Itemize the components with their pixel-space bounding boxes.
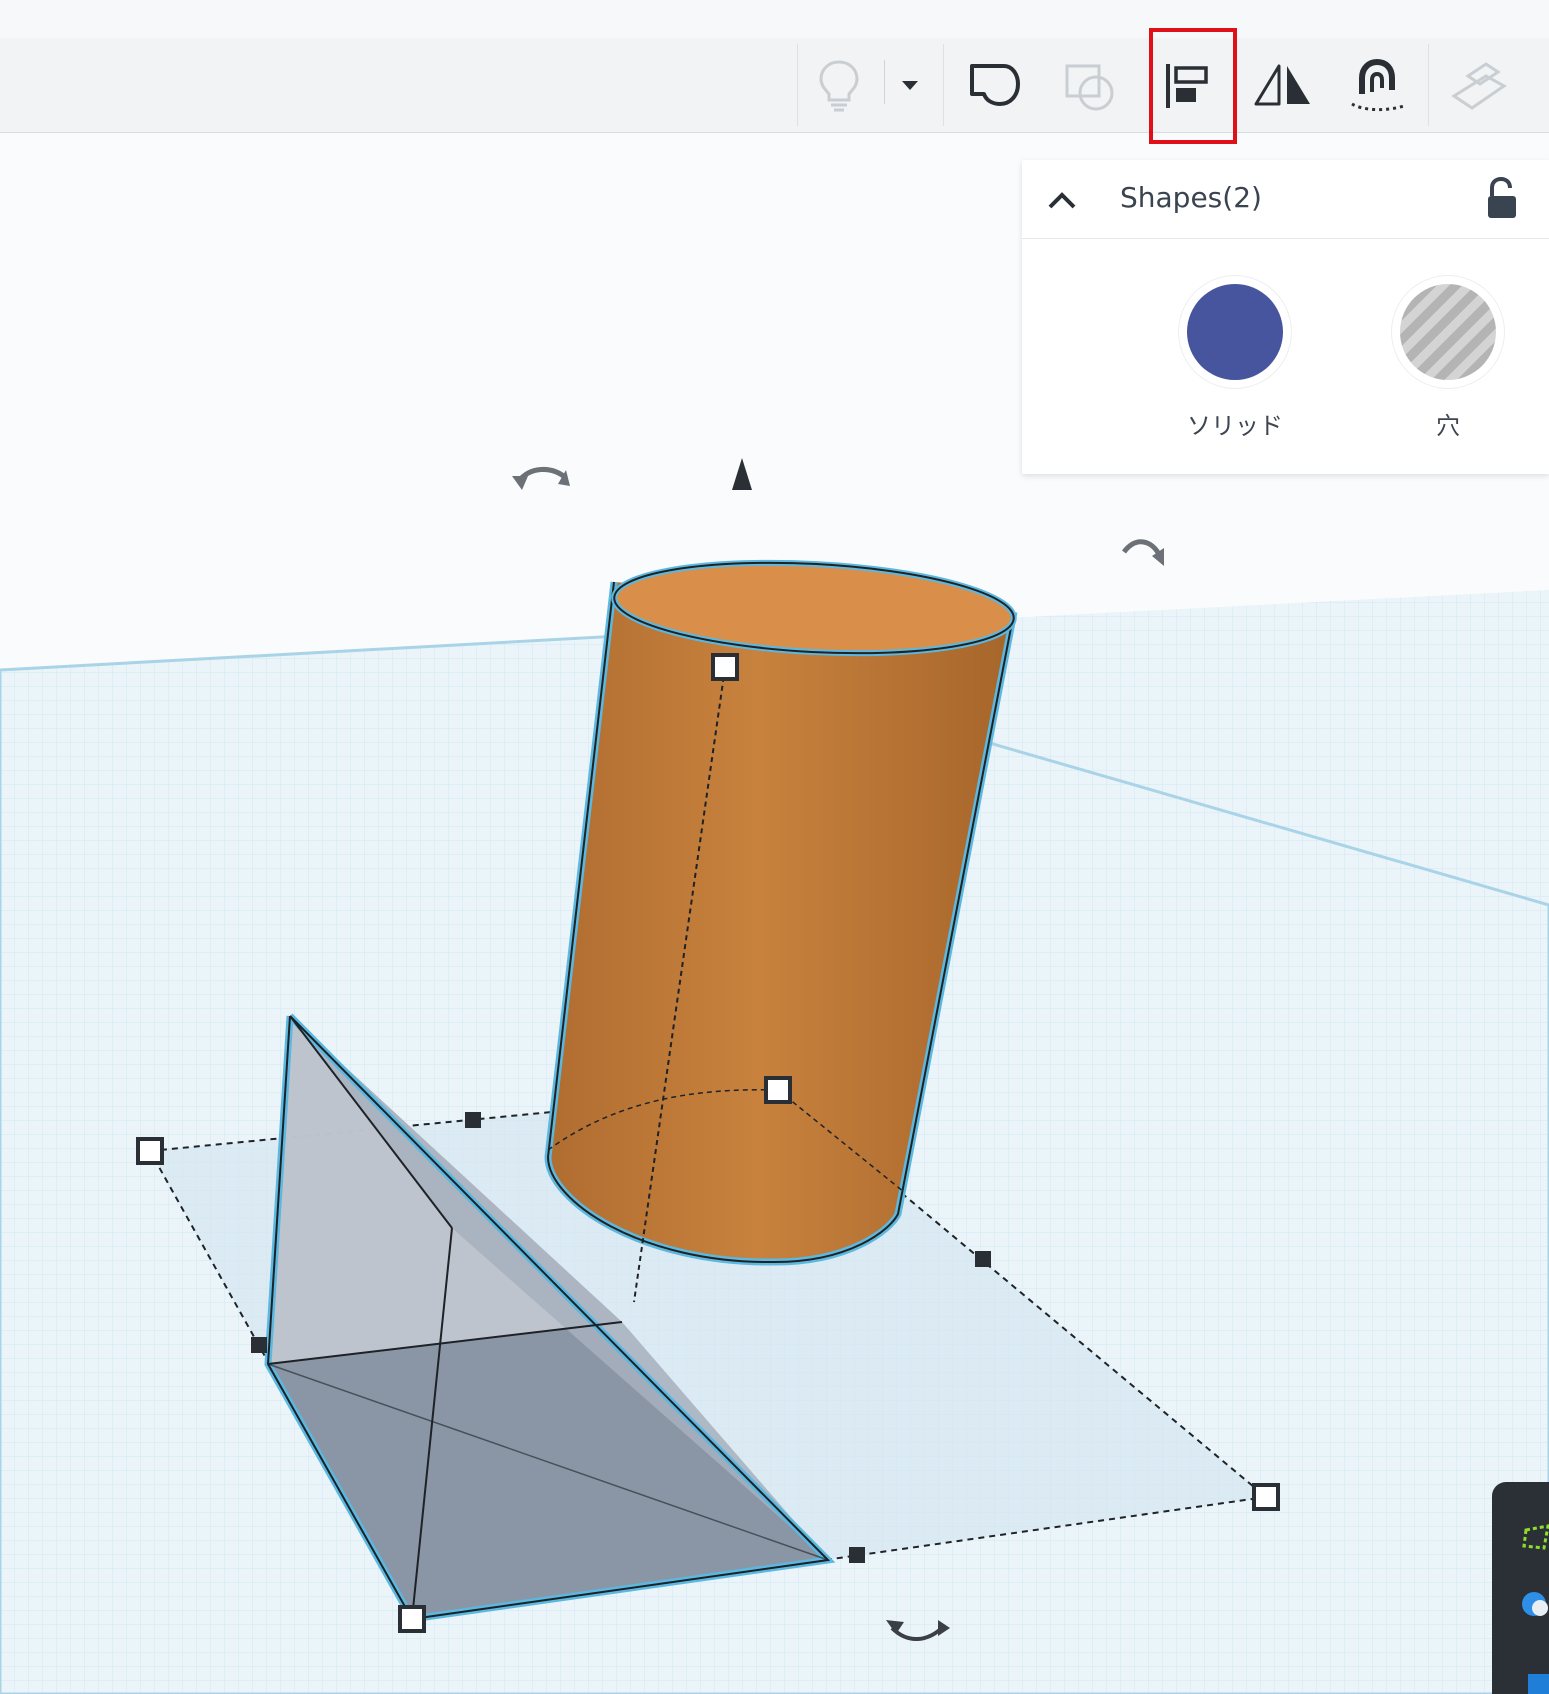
toolbar-separator: [943, 44, 944, 126]
lock-open-icon[interactable]: [1480, 174, 1520, 222]
taskbar-edge: [1492, 1482, 1549, 1694]
shapes-inspector-panel: Shapes(2) ソリッド 穴: [1022, 160, 1549, 474]
windows-app-icon[interactable]: [1522, 1668, 1549, 1694]
solid-option[interactable]: ソリッド: [1172, 276, 1298, 441]
ungroup-icon: [1065, 64, 1114, 111]
browser-top-strip: [0, 0, 1549, 39]
lightbulb-button[interactable]: [806, 56, 872, 116]
rotate-handle-icon[interactable]: [512, 476, 528, 490]
hole-swatch[interactable]: [1392, 276, 1504, 388]
mirror-button[interactable]: [1250, 56, 1316, 116]
rotate-handle-icon[interactable]: [1122, 539, 1163, 558]
dropdown-arrow-button[interactable]: [890, 56, 930, 116]
globe-chat-icon[interactable]: [1520, 1590, 1549, 1620]
lightbulb-icon: [819, 60, 859, 112]
panel-title: Shapes(2): [1120, 181, 1262, 214]
group-icon: [970, 64, 1020, 106]
chevron-up-icon[interactable]: [1042, 182, 1082, 218]
workplane-ruler-button[interactable]: [1446, 56, 1512, 116]
toolbar-separator: [1428, 44, 1429, 126]
panel-header: Shapes(2): [1022, 160, 1549, 239]
solid-label: ソリッド: [1187, 412, 1283, 440]
cruise-magnet-icon: [1351, 58, 1405, 112]
app-icon[interactable]: [1522, 1524, 1549, 1552]
solid-swatch[interactable]: [1179, 276, 1291, 388]
ungroup-button[interactable]: [1057, 56, 1123, 116]
workplane-ruler-icon: [1451, 62, 1507, 110]
toolbar-separator: [884, 60, 885, 104]
align-highlight-box: [1149, 28, 1237, 144]
toolbar-separator: [797, 44, 798, 126]
lift-handle-icon[interactable]: [732, 458, 752, 490]
hole-option[interactable]: 穴: [1385, 276, 1511, 441]
mirror-icon: [1254, 64, 1310, 106]
dropdown-arrow-icon: [902, 81, 918, 90]
hole-label: 穴: [1436, 412, 1460, 440]
cruise-button[interactable]: [1344, 56, 1410, 116]
group-button[interactable]: [960, 56, 1026, 116]
toolbar: [0, 38, 1549, 133]
